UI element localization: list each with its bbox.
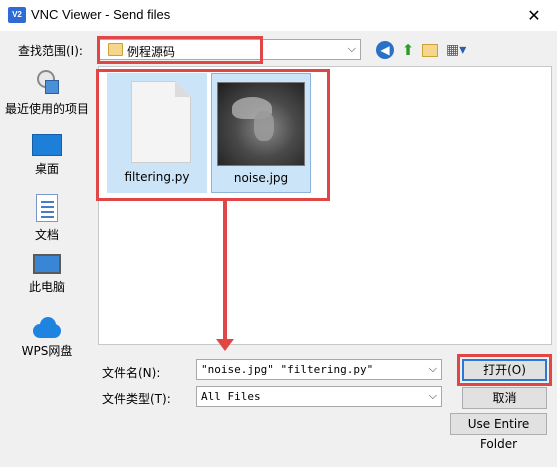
title-bar: V2 VNC Viewer - Send files ✕ <box>0 0 557 31</box>
up-folder-icon[interactable]: ⬆ <box>399 41 417 59</box>
close-button[interactable]: ✕ <box>511 0 557 31</box>
cancel-button[interactable]: 取消 <box>462 387 547 409</box>
file-item-noise-jpg[interactable]: noise.jpg <box>211 73 311 193</box>
filename-value: "noise.jpg" "filtering.py" <box>201 363 374 376</box>
send-files-dialog: V2 VNC Viewer - Send files ✕ 查找范围(I): 例程… <box>0 0 557 467</box>
place-this-pc[interactable]: 此电脑 <box>3 254 91 295</box>
chevron-down-icon: ⌵ <box>347 42 356 55</box>
open-button[interactable]: 打开(O) <box>462 359 547 381</box>
file-item-filtering-py[interactable]: filtering.py <box>107 73 207 193</box>
filetype-select[interactable]: All Files ⌵ <box>196 386 442 407</box>
place-recent[interactable]: 最近使用的项目 <box>3 68 91 117</box>
chevron-down-icon: ⌵ <box>428 389 437 402</box>
place-label: 最近使用的项目 <box>4 102 89 116</box>
filetype-label: 文件类型(T): <box>102 392 171 406</box>
place-documents[interactable]: 文档 <box>3 194 91 243</box>
place-label: WPS网盘 <box>21 344 73 358</box>
window-title: VNC Viewer - Send files <box>31 7 171 22</box>
back-icon[interactable]: ◀ <box>376 41 394 59</box>
look-in-dropdown[interactable]: 例程源码 ⌵ <box>99 39 361 60</box>
place-label: 此电脑 <box>28 280 65 294</box>
blank-file-icon <box>131 81 191 163</box>
place-wps-cloud[interactable]: WPS网盘 <box>3 316 91 359</box>
recent-icon <box>33 68 61 96</box>
image-thumbnail-icon <box>217 82 305 166</box>
chevron-down-icon[interactable]: ⌵ <box>429 362 437 376</box>
look-in-folder-name: 例程源码 <box>127 45 176 59</box>
filename-input[interactable]: "noise.jpg" "filtering.py" ⌵ <box>196 359 442 380</box>
cloud-icon <box>31 316 63 338</box>
annotation-arrow-head <box>216 339 234 351</box>
use-entire-folder-button[interactable]: Use Entire Folder <box>450 413 547 451</box>
documents-icon <box>36 194 58 222</box>
file-name: filtering.py <box>124 170 190 184</box>
file-list[interactable]: filtering.py noise.jpg <box>98 66 552 345</box>
look-in-label: 查找范围(I): <box>18 44 83 58</box>
place-label: 文档 <box>34 228 59 242</box>
place-label: 桌面 <box>34 162 59 176</box>
new-folder-icon[interactable] <box>422 44 438 57</box>
view-menu-icon[interactable]: ▦▾ <box>446 41 468 59</box>
desktop-icon <box>32 134 62 156</box>
filetype-value: All Files <box>201 390 261 403</box>
computer-icon <box>33 254 61 274</box>
annotation-arrow-line <box>223 201 227 341</box>
places-bar: 最近使用的项目 桌面 文档 此电脑 WPS网盘 <box>3 66 91 376</box>
vnc-app-icon: V2 <box>8 7 26 23</box>
folder-icon <box>108 43 123 56</box>
file-name: noise.jpg <box>233 171 289 185</box>
filename-label: 文件名(N): <box>102 366 161 380</box>
place-desktop[interactable]: 桌面 <box>3 134 91 177</box>
